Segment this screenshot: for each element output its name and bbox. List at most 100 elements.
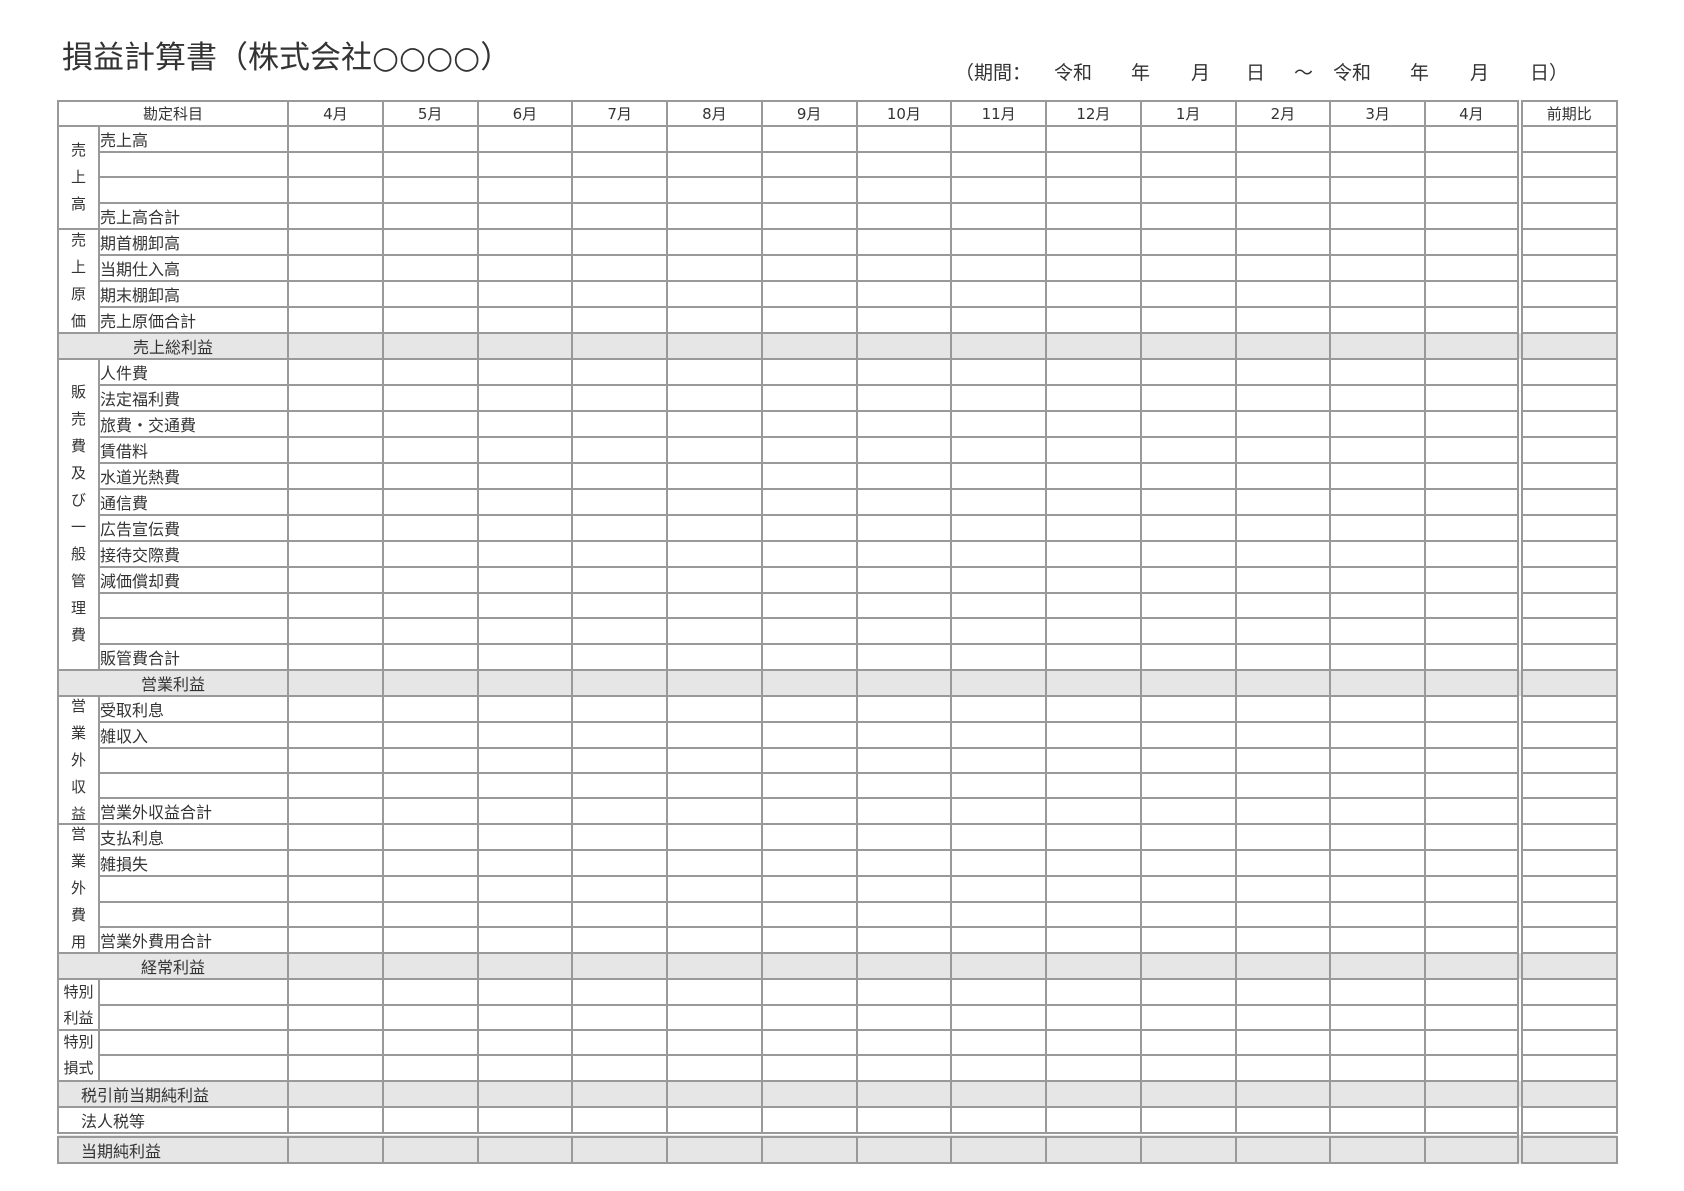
amount-cell[interactable] [950, 565, 1048, 594]
amount-cell[interactable] [1424, 487, 1521, 516]
amount-cell[interactable] [287, 1079, 384, 1108]
comparison-cell[interactable] [1516, 1131, 1618, 1164]
amount-cell[interactable] [381, 720, 479, 749]
amount-cell[interactable] [476, 279, 574, 308]
amount-cell[interactable] [1234, 201, 1332, 230]
amount-cell[interactable] [1329, 1079, 1427, 1108]
amount-cell[interactable] [950, 227, 1048, 256]
amount-cell[interactable] [1329, 461, 1427, 490]
amount-cell[interactable] [1424, 1131, 1521, 1164]
amount-cell[interactable] [1139, 1105, 1237, 1136]
amount-cell[interactable] [571, 435, 669, 464]
amount-cell[interactable] [287, 1054, 384, 1082]
amount-cell[interactable] [1139, 461, 1237, 490]
account-label-blank[interactable] [97, 591, 290, 620]
comparison-cell[interactable] [1516, 409, 1618, 438]
amount-cell[interactable] [1045, 952, 1142, 981]
amount-cell[interactable] [666, 513, 763, 542]
amount-cell[interactable] [476, 849, 574, 878]
comparison-cell[interactable] [1516, 383, 1618, 412]
amount-cell[interactable] [950, 617, 1048, 645]
amount-cell[interactable] [760, 978, 858, 1006]
amount-cell[interactable] [1329, 201, 1427, 230]
amount-cell[interactable] [855, 926, 953, 955]
amount-cell[interactable] [1234, 849, 1332, 878]
amount-cell[interactable] [476, 435, 574, 464]
amount-cell[interactable] [760, 720, 858, 749]
account-label-blank[interactable] [97, 875, 290, 903]
account-label-blank[interactable] [97, 978, 290, 1006]
amount-cell[interactable] [287, 642, 384, 671]
amount-cell[interactable] [476, 900, 574, 929]
amount-cell[interactable] [950, 279, 1048, 308]
amount-cell[interactable] [381, 849, 479, 878]
amount-cell[interactable] [760, 668, 858, 697]
amount-cell[interactable] [571, 1029, 669, 1057]
amount-cell[interactable] [1045, 1079, 1142, 1108]
amount-cell[interactable] [1234, 642, 1332, 671]
amount-cell[interactable] [476, 1054, 574, 1082]
amount-cell[interactable] [287, 176, 384, 204]
amount-cell[interactable] [950, 772, 1048, 800]
amount-cell[interactable] [855, 357, 953, 386]
amount-cell[interactable] [287, 823, 384, 852]
amount-cell[interactable] [476, 617, 574, 645]
comparison-cell[interactable] [1516, 176, 1618, 204]
amount-cell[interactable] [760, 1105, 858, 1136]
amount-cell[interactable] [1234, 952, 1332, 981]
amount-cell[interactable] [381, 305, 479, 334]
amount-cell[interactable] [760, 279, 858, 308]
amount-cell[interactable] [1139, 513, 1237, 542]
amount-cell[interactable] [287, 746, 384, 775]
amount-cell[interactable] [666, 331, 763, 360]
amount-cell[interactable] [1424, 1079, 1521, 1108]
amount-cell[interactable] [950, 926, 1048, 955]
amount-cell[interactable] [855, 150, 953, 179]
amount-cell[interactable] [1045, 591, 1142, 620]
amount-cell[interactable] [855, 539, 953, 568]
amount-cell[interactable] [1234, 772, 1332, 800]
amount-cell[interactable] [1139, 720, 1237, 749]
amount-cell[interactable] [855, 125, 953, 153]
amount-cell[interactable] [1045, 176, 1142, 204]
amount-cell[interactable] [1424, 720, 1521, 749]
amount-cell[interactable] [950, 591, 1048, 620]
account-label-blank[interactable] [97, 1054, 290, 1082]
amount-cell[interactable] [571, 565, 669, 594]
amount-cell[interactable] [287, 926, 384, 955]
amount-cell[interactable] [1234, 823, 1332, 852]
amount-cell[interactable] [950, 952, 1048, 981]
amount-cell[interactable] [1139, 900, 1237, 929]
amount-cell[interactable] [1424, 978, 1521, 1006]
amount-cell[interactable] [855, 1131, 953, 1164]
amount-cell[interactable] [855, 487, 953, 516]
amount-cell[interactable] [571, 1131, 669, 1164]
amount-cell[interactable] [1424, 176, 1521, 204]
amount-cell[interactable] [1424, 513, 1521, 542]
amount-cell[interactable] [571, 253, 669, 282]
amount-cell[interactable] [1329, 357, 1427, 386]
amount-cell[interactable] [1045, 383, 1142, 412]
amount-cell[interactable] [287, 201, 384, 230]
amount-cell[interactable] [287, 875, 384, 903]
amount-cell[interactable] [950, 849, 1048, 878]
comparison-cell[interactable] [1516, 435, 1618, 464]
amount-cell[interactable] [1045, 900, 1142, 929]
amount-cell[interactable] [381, 279, 479, 308]
amount-cell[interactable] [1329, 1054, 1427, 1082]
amount-cell[interactable] [950, 1131, 1048, 1164]
comparison-cell[interactable] [1516, 513, 1618, 542]
amount-cell[interactable] [760, 1003, 858, 1032]
comparison-cell[interactable] [1516, 150, 1618, 179]
amount-cell[interactable] [950, 900, 1048, 929]
amount-cell[interactable] [950, 978, 1048, 1006]
amount-cell[interactable] [476, 409, 574, 438]
amount-cell[interactable] [1045, 565, 1142, 594]
amount-cell[interactable] [855, 668, 953, 697]
amount-cell[interactable] [666, 305, 763, 334]
amount-cell[interactable] [381, 875, 479, 903]
amount-cell[interactable] [760, 642, 858, 671]
amount-cell[interactable] [1234, 797, 1332, 826]
amount-cell[interactable] [1329, 539, 1427, 568]
comparison-cell[interactable] [1516, 591, 1618, 620]
